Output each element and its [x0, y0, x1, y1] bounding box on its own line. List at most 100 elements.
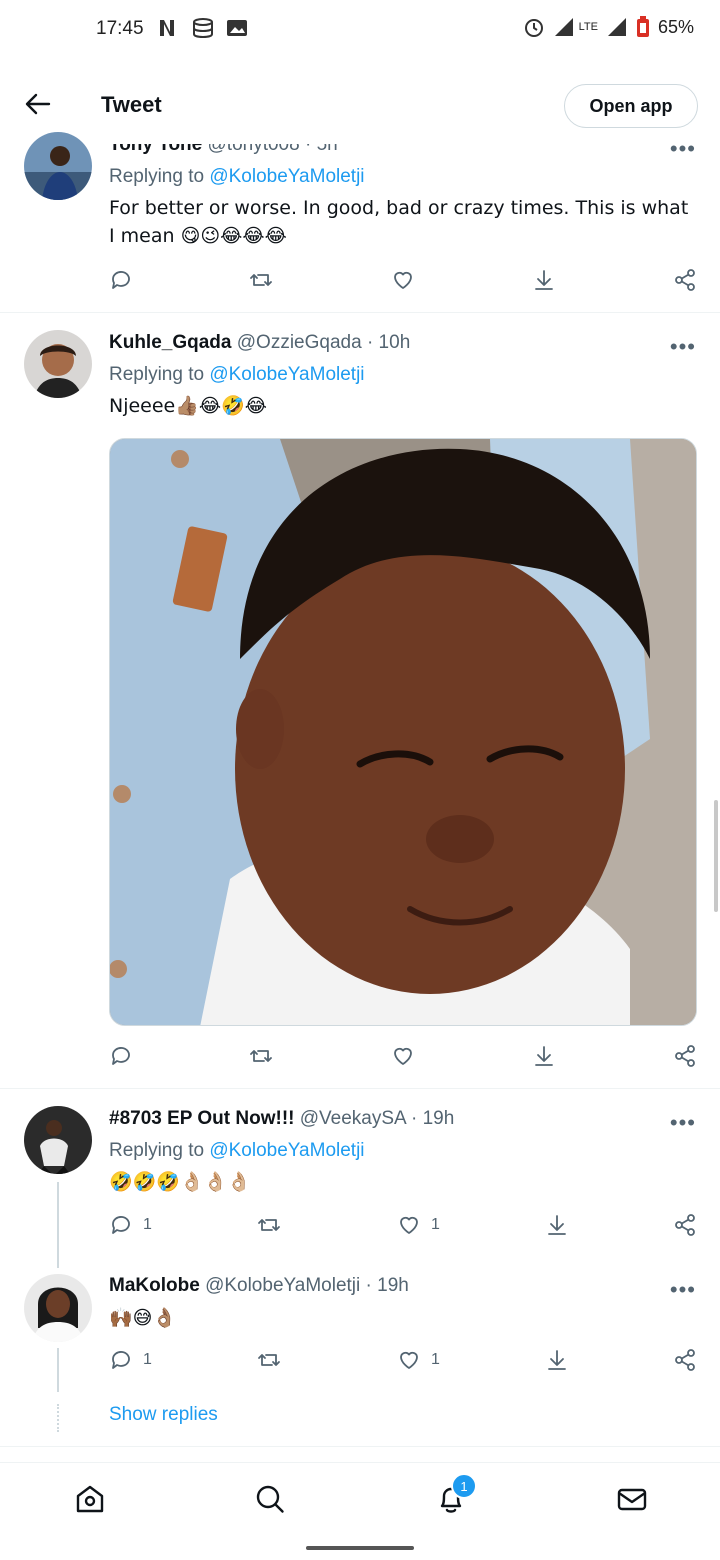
avatar[interactable] — [24, 1274, 92, 1342]
replying-to: Replying to @KolobeYaMoletji — [109, 1140, 365, 1162]
like-button[interactable] — [391, 268, 415, 292]
divider — [0, 1088, 720, 1089]
tweet-actions: 1 1 — [109, 1348, 701, 1378]
like-button[interactable] — [391, 1044, 415, 1068]
retweet-icon — [258, 1354, 280, 1366]
bottom-nav — [0, 1462, 720, 1537]
avatar[interactable] — [24, 330, 92, 398]
more-button[interactable]: ••• — [670, 1110, 696, 1136]
photo-child-smiling — [110, 439, 696, 1025]
retweet-icon — [250, 274, 272, 286]
avatar-image — [24, 1106, 92, 1174]
status-time: 17:45 — [96, 18, 144, 39]
share-icon — [675, 1349, 695, 1371]
reply-icon — [112, 1216, 130, 1234]
storage-notification-icon — [193, 18, 213, 38]
more-button[interactable]: ••• — [670, 1277, 696, 1303]
divider — [0, 312, 720, 313]
retweet-button[interactable] — [249, 1044, 273, 1068]
share-button[interactable] — [545, 1213, 569, 1237]
share-arrow-icon — [548, 1350, 566, 1370]
tweet-text: For better or worse. In good, bad or cra… — [109, 197, 689, 247]
share-button[interactable] — [532, 1044, 556, 1068]
status-bar: 17:45 LTE 65% — [0, 0, 720, 60]
open-app-button[interactable]: Open app — [564, 84, 698, 128]
signal-icon-2 — [607, 18, 626, 36]
like-count: 1 — [431, 1216, 440, 1233]
like-button[interactable]: 1 — [397, 1213, 440, 1237]
show-replies-link[interactable]: Show replies — [109, 1404, 218, 1426]
reply-button[interactable]: 1 — [109, 1213, 152, 1237]
share-icon — [675, 1045, 695, 1067]
tweet-author: MaKolobe @KolobeYaMoletji · 19h — [109, 1275, 409, 1297]
nav-search[interactable] — [252, 1481, 288, 1517]
netflix-notification-icon — [160, 20, 174, 36]
battery-percent: 65% — [657, 16, 694, 37]
avatar-image — [24, 330, 92, 398]
avatar-image — [24, 132, 92, 200]
back-button[interactable] — [20, 86, 56, 122]
share-via-button[interactable] — [673, 1348, 697, 1372]
page-title: Tweet — [101, 92, 162, 117]
retweet-button[interactable] — [257, 1213, 281, 1237]
reply-button[interactable]: 1 — [109, 1348, 152, 1372]
avatar[interactable] — [24, 132, 92, 200]
reply-count: 1 — [143, 1351, 152, 1368]
mention-link[interactable]: @KolobeYaMoletji — [209, 364, 364, 385]
retweet-icon — [250, 1050, 272, 1062]
share-button[interactable] — [545, 1348, 569, 1372]
heart-icon — [394, 1047, 412, 1065]
more-button[interactable]: ••• — [670, 334, 696, 360]
mention-link[interactable]: @KolobeYaMoletji — [209, 1140, 364, 1161]
author-handle: @VeekaySA — [299, 1108, 406, 1129]
heart-icon — [400, 1351, 418, 1369]
divider — [0, 1446, 720, 1447]
share-via-button[interactable] — [673, 268, 697, 292]
reply-button[interactable] — [109, 1044, 133, 1068]
gesture-bar[interactable] — [306, 1546, 414, 1550]
scrollbar[interactable] — [714, 800, 718, 912]
avatar[interactable] — [24, 1106, 92, 1174]
author-name[interactable]: MaKolobe — [109, 1275, 200, 1296]
reply-icon — [112, 1351, 130, 1369]
retweet-button[interactable] — [249, 268, 273, 292]
like-count: 1 — [431, 1351, 440, 1368]
arrow-left-icon — [25, 93, 51, 115]
image-notification-icon — [227, 20, 247, 36]
status-right: LTE 65% — [523, 16, 694, 38]
replying-to-label: Replying to — [109, 166, 205, 187]
signal-icon — [554, 18, 573, 36]
share-icon — [675, 269, 695, 291]
nav-messages[interactable] — [614, 1481, 650, 1517]
mention-link[interactable]: @KolobeYaMoletji — [209, 166, 364, 187]
tweet-text: Njeeee👍🏽😂🤣😂 — [109, 395, 267, 417]
more-button[interactable]: ••• — [670, 136, 696, 162]
tweet-author: #8703 EP Out Now!!! @VeekaySA · 19h — [109, 1108, 454, 1130]
thread-dots — [57, 1404, 61, 1432]
share-via-button[interactable] — [673, 1044, 697, 1068]
alarm-icon — [524, 19, 543, 37]
author-name[interactable]: #8703 EP Out Now!!! — [109, 1108, 294, 1129]
replying-to: Replying to @KolobeYaMoletji — [109, 166, 365, 188]
share-button[interactable] — [532, 268, 556, 292]
reply-icon — [112, 1047, 130, 1065]
reply-button[interactable] — [109, 268, 133, 292]
nav-home[interactable] — [72, 1481, 108, 1517]
retweet-icon — [258, 1219, 280, 1231]
status-notification-icons — [158, 18, 248, 38]
share-via-button[interactable] — [673, 1213, 697, 1237]
tweet-time: · 19h — [410, 1108, 455, 1129]
replying-to-label: Replying to — [109, 1140, 205, 1161]
share-arrow-icon — [535, 270, 553, 290]
battery-icon — [636, 16, 649, 37]
tweet-media-image[interactable] — [109, 438, 697, 1026]
like-button[interactable]: 1 — [397, 1348, 440, 1372]
retweet-button[interactable] — [257, 1348, 281, 1372]
author-handle: @OzzieGqada — [236, 332, 362, 353]
heart-icon — [400, 1216, 418, 1234]
thread-connector — [57, 1348, 59, 1392]
author-name[interactable]: Kuhle_Gqada — [109, 332, 231, 353]
avatar-image — [24, 1274, 92, 1342]
tweet-actions — [109, 268, 701, 298]
tweet-text: 🙌🏾😅👌🏽 — [109, 1307, 177, 1329]
